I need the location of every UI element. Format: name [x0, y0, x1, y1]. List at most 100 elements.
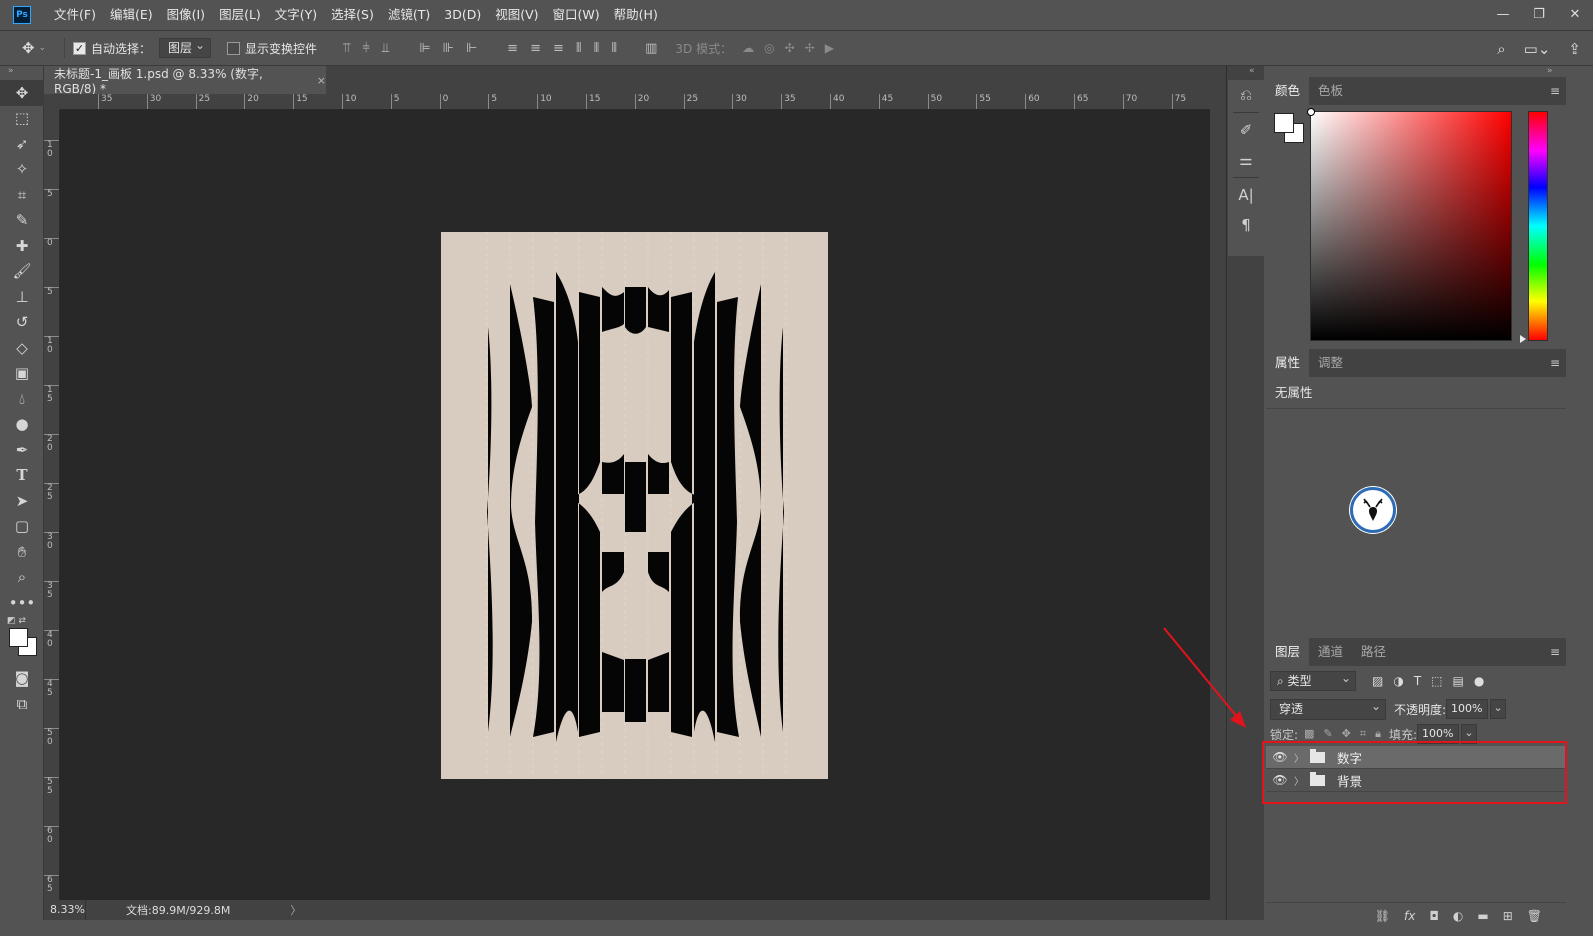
- restore-button[interactable]: ❐: [1521, 0, 1557, 28]
- lock-transparent-icon[interactable]: ▩: [1304, 727, 1314, 741]
- zoom-level[interactable]: 8.33%: [44, 900, 86, 920]
- distribute-top-icon[interactable]: ≡: [507, 41, 518, 56]
- tab-layers[interactable]: 图层: [1266, 638, 1310, 666]
- share-icon[interactable]: ⇪: [1568, 40, 1581, 58]
- brush-settings-icon[interactable]: ✐: [1228, 115, 1264, 145]
- menu-layer[interactable]: 图层(L): [212, 0, 268, 30]
- screen-mode-icon[interactable]: ⧉: [0, 691, 44, 717]
- horizontal-ruler[interactable]: 35 30 25 20 15 10 5 0 5 10 15 20 25 30 35 40 45 50 55 60 65 7…: [60, 94, 1210, 110]
- filter-pixel-icon[interactable]: ▨: [1372, 674, 1383, 688]
- distribute-vcenter-icon[interactable]: ≡: [530, 41, 541, 56]
- blend-mode-dropdown[interactable]: 穿透: [1270, 697, 1386, 720]
- menu-select[interactable]: 选择(S): [324, 0, 381, 30]
- clone-stamp-tool-icon[interactable]: ⊥: [0, 284, 44, 310]
- vertical-scrollbar[interactable]: [1210, 94, 1226, 900]
- tab-swatches[interactable]: 色板: [1309, 77, 1352, 105]
- lasso-tool-icon[interactable]: ➶: [0, 131, 44, 157]
- align-left-icon[interactable]: ⊫: [419, 41, 430, 56]
- lock-pixels-icon[interactable]: ✎: [1323, 727, 1332, 741]
- brush-tool-icon[interactable]: 🖌︎: [0, 259, 44, 285]
- color-field-marker[interactable]: [1307, 108, 1315, 116]
- 3d-camera-icon[interactable]: ▶: [825, 41, 834, 55]
- close-button[interactable]: ✕: [1557, 0, 1593, 28]
- eraser-tool-icon[interactable]: ◇: [0, 335, 44, 361]
- tab-paths[interactable]: 路径: [1352, 638, 1395, 666]
- canvas-area[interactable]: [60, 110, 1210, 900]
- 3d-roll-icon[interactable]: ◎: [764, 41, 774, 55]
- distribute-hcenter-icon[interactable]: ⦀: [594, 41, 600, 56]
- crop-tool-icon[interactable]: ⌗: [0, 182, 44, 208]
- vertical-ruler[interactable]: 1 0 5 0 5 1 0 1 5 2 0 2 5 3 0 3 5 4 0 4 5 5 0 5 5 6 0 6…: [44, 110, 60, 900]
- show-transform-checkbox[interactable]: [227, 41, 241, 55]
- paragraph-panel-icon[interactable]: ¶: [1228, 210, 1264, 240]
- align-hcenter-icon[interactable]: ⊪: [443, 41, 454, 56]
- filter-smart-object-icon[interactable]: ▤: [1453, 674, 1464, 688]
- brush-presets-icon[interactable]: ⚌: [1228, 145, 1264, 175]
- artboard[interactable]: [441, 232, 828, 779]
- panel-menu-icon[interactable]: ≡: [1550, 356, 1560, 370]
- history-panel-icon[interactable]: ⎌: [1228, 80, 1264, 110]
- menu-help[interactable]: 帮助(H): [607, 0, 665, 30]
- 3d-orbit-icon[interactable]: ☁: [742, 41, 754, 55]
- gradient-tool-icon[interactable]: ▣: [0, 361, 44, 387]
- menu-file[interactable]: 文件(F): [47, 0, 103, 30]
- distribute-left-icon[interactable]: ⦀: [576, 41, 582, 56]
- 3d-slide-icon[interactable]: ✢: [805, 41, 815, 55]
- link-layers-icon[interactable]: ⛓: [1375, 909, 1390, 923]
- lock-all-icon[interactable]: 🔒︎: [1375, 727, 1381, 741]
- move-tool-icon[interactable]: ✥: [0, 80, 44, 106]
- zoom-tool-icon[interactable]: ⌕: [0, 565, 44, 591]
- hue-slider-marker[interactable]: [1520, 335, 1526, 343]
- tab-adjustments[interactable]: 调整: [1309, 349, 1352, 377]
- menu-view[interactable]: 视图(V): [488, 0, 545, 30]
- align-right-icon[interactable]: ⊩: [466, 41, 477, 56]
- default-colors-icon[interactable]: ◩ ⇄: [7, 616, 26, 626]
- ruler-origin[interactable]: [44, 94, 60, 110]
- minimize-button[interactable]: —: [1485, 0, 1521, 28]
- menu-window[interactable]: 窗口(W): [546, 0, 607, 30]
- new-layer-icon[interactable]: ⊞: [1503, 909, 1513, 923]
- type-tool-icon[interactable]: T: [0, 463, 44, 489]
- character-panel-icon[interactable]: A|: [1228, 180, 1264, 210]
- filter-shape-icon[interactable]: ⬚: [1431, 674, 1442, 688]
- panel-menu-icon[interactable]: ≡: [1550, 645, 1560, 659]
- distribute-right-icon[interactable]: ⦀: [611, 41, 617, 56]
- opacity-slider-toggle-icon[interactable]: ⌄: [1490, 699, 1507, 719]
- menu-image[interactable]: 图像(I): [160, 0, 212, 30]
- auto-align-icon[interactable]: ▥: [645, 41, 657, 56]
- tab-channels[interactable]: 通道: [1309, 638, 1352, 666]
- new-group-icon[interactable]: ▬: [1477, 909, 1488, 923]
- dock-collapse-icon[interactable]: «: [1249, 66, 1255, 76]
- color-field[interactable]: [1307, 108, 1512, 341]
- layer-style-icon[interactable]: fx: [1404, 909, 1415, 923]
- move-tool-preset-icon[interactable]: ✥ ⌄: [12, 39, 56, 57]
- foreground-color-swatch[interactable]: [9, 627, 28, 647]
- tab-properties[interactable]: 属性: [1266, 349, 1310, 377]
- path-selection-tool-icon[interactable]: ➤: [0, 488, 44, 514]
- panel-menu-icon[interactable]: ≡: [1550, 84, 1560, 98]
- menu-3d[interactable]: 3D(D): [437, 0, 488, 30]
- magic-wand-tool-icon[interactable]: ✧: [0, 157, 44, 183]
- document-tab[interactable]: 未标题-1_画板 1.psd @ 8.33% (数字, RGB/8) * ×: [44, 66, 326, 96]
- status-menu-arrow-icon[interactable]: 〉: [290, 902, 301, 918]
- marquee-tool-icon[interactable]: ⬚: [0, 106, 44, 132]
- auto-select-checkbox[interactable]: ✓: [73, 41, 86, 55]
- menu-edit[interactable]: 编辑(E): [103, 0, 160, 30]
- opacity-input[interactable]: 100%: [1446, 699, 1489, 719]
- toolbar-collapse-icon[interactable]: »: [0, 66, 43, 80]
- new-adjustment-layer-icon[interactable]: ◐: [1453, 909, 1463, 923]
- filter-adjustment-icon[interactable]: ◑: [1393, 674, 1403, 688]
- distribute-bottom-icon[interactable]: ≡: [553, 41, 564, 56]
- close-tab-icon[interactable]: ×: [317, 74, 326, 87]
- tab-color[interactable]: 颜色: [1266, 77, 1310, 105]
- delete-layer-icon[interactable]: 🗑︎: [1527, 909, 1542, 923]
- blur-tool-icon[interactable]: 💧︎: [0, 386, 44, 412]
- pen-tool-icon[interactable]: ✒: [0, 437, 44, 463]
- align-vcenter-icon[interactable]: ⫩: [362, 41, 369, 56]
- history-brush-tool-icon[interactable]: ↺: [0, 310, 44, 336]
- hand-tool-icon[interactable]: ✋︎: [0, 539, 44, 565]
- add-mask-icon[interactable]: ◘: [1429, 909, 1439, 923]
- align-bottom-icon[interactable]: ⫫: [382, 41, 389, 56]
- auto-select-target-dropdown[interactable]: 图层: [159, 36, 212, 58]
- lock-position-icon[interactable]: ✥: [1342, 727, 1351, 741]
